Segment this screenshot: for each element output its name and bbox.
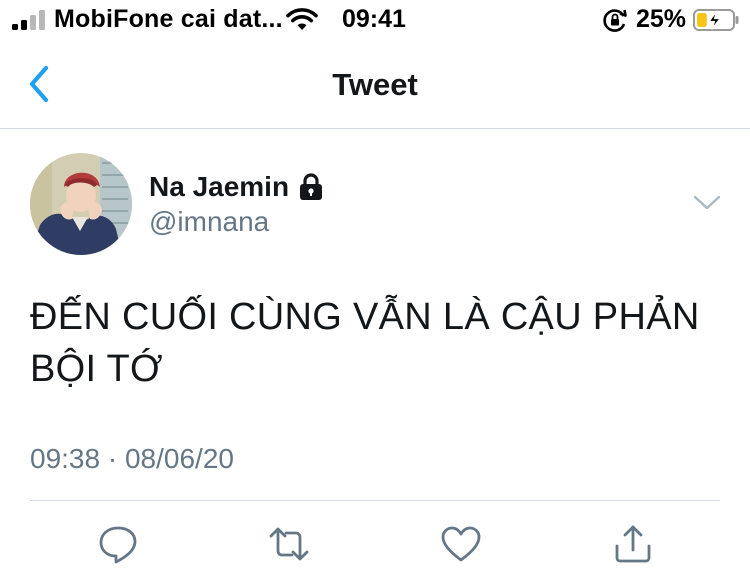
navigation-bar: Tweet — [0, 40, 750, 129]
share-icon[interactable] — [612, 524, 654, 564]
tweet-text-line: BỘI TỚ — [30, 348, 163, 390]
author-handle[interactable]: @imnana — [149, 206, 269, 238]
signal-icon — [12, 10, 45, 30]
tweet-time: 09:38 — [30, 443, 101, 474]
tweet-detail-screen: MobiFone cai dat... 09:41 25% Tweet Na J… — [0, 0, 750, 587]
reply-icon[interactable] — [97, 524, 139, 564]
chevron-down-icon[interactable] — [692, 193, 722, 213]
battery-percent: 25% — [636, 5, 687, 33]
tweet-date: 08/06/20 — [124, 443, 234, 474]
retweet-icon[interactable] — [268, 524, 310, 564]
author-name-row[interactable]: Na Jaemin — [149, 169, 324, 205]
tweet-text: ĐẾN CUỐI CÙNG VẪN LÀ CẬU PHẢN BỘI TỚ — [30, 291, 730, 395]
page-title: Tweet — [332, 67, 418, 102]
rotation-lock-icon — [603, 9, 627, 32]
heart-icon[interactable] — [440, 524, 482, 564]
carrier-name: MobiFone cai dat... — [54, 5, 283, 33]
avatar[interactable] — [30, 153, 132, 255]
timestamp-separator: · — [107, 443, 118, 474]
battery-charging-icon — [693, 9, 739, 31]
tweet-timestamp: 09:38 · 08/06/20 — [30, 443, 234, 475]
lock-icon — [300, 173, 323, 200]
divider — [30, 500, 720, 501]
status-bar: MobiFone cai dat... 09:41 25% — [0, 0, 750, 40]
tweet-text-line: ĐẾN CUỐI CÙNG VẪN LÀ CẬU PHẢN — [30, 296, 700, 338]
author-display-name[interactable]: Na Jaemin — [149, 171, 289, 203]
status-time: 09:41 — [342, 5, 406, 33]
wifi-icon — [286, 8, 318, 30]
